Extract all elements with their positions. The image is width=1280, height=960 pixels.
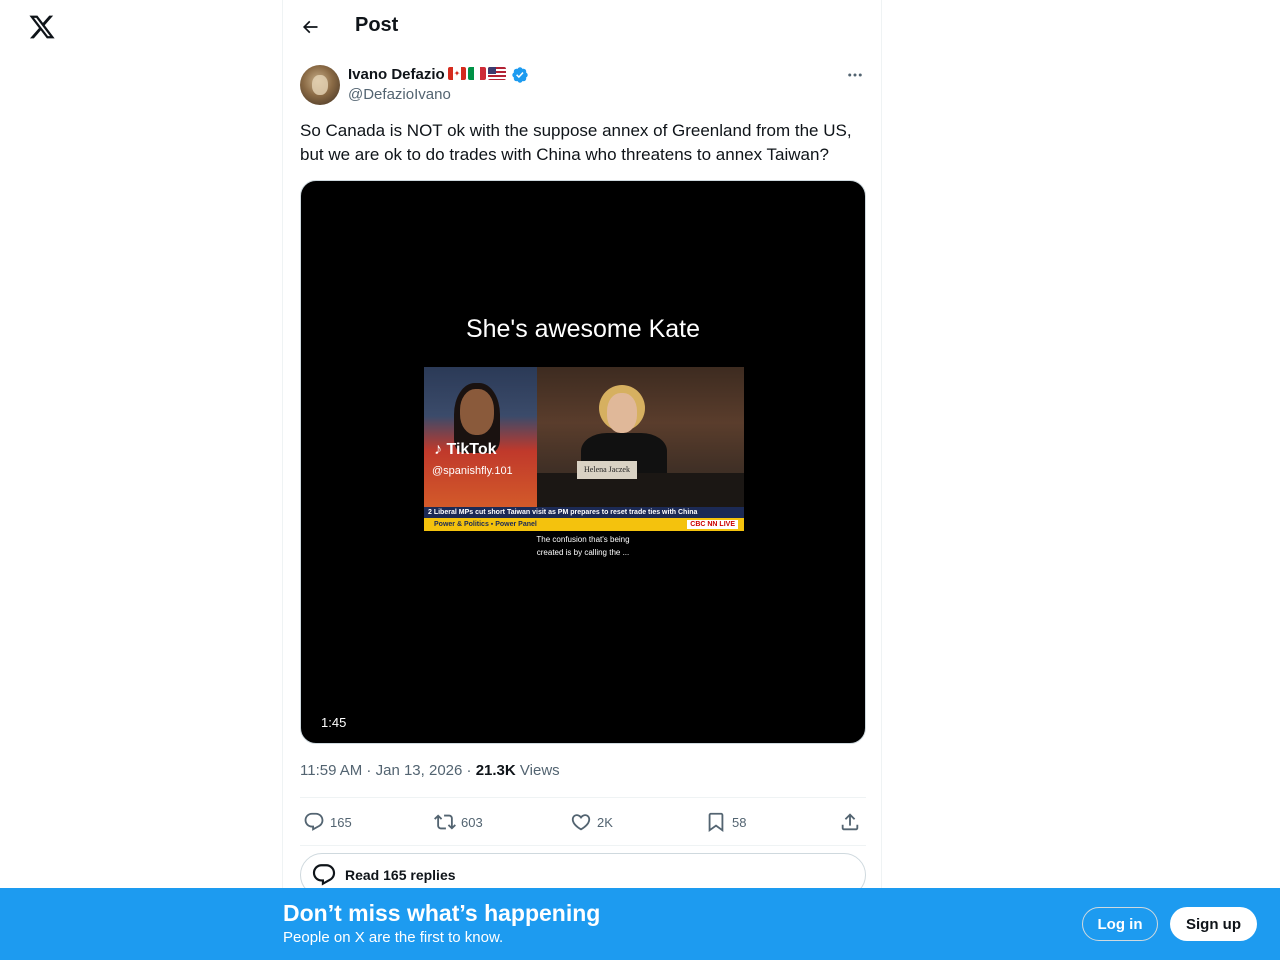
tweet-text-line: So Canada is NOT ok with the suppose ann… xyxy=(300,121,852,140)
canada-flag-icon: ✦ xyxy=(448,67,466,80)
tiktok-label: TikTok xyxy=(446,441,497,458)
tweet-time[interactable]: 11:59 AM xyxy=(300,762,362,779)
video-caption: The confusion that's being created is by… xyxy=(301,533,865,559)
author-handle[interactable]: @DefazioIvano xyxy=(348,86,451,103)
more-dots-icon xyxy=(848,73,862,77)
anchor-image xyxy=(424,367,537,507)
back-button[interactable] xyxy=(295,12,325,42)
tweet-text-line: but we are ok to do trades with China wh… xyxy=(300,145,829,164)
video-player[interactable]: She's awesome Kate Helena Jaczek ♪ TikTo… xyxy=(300,180,866,744)
author-name[interactable]: Ivano Defazio xyxy=(348,66,445,83)
banner-subtitle: People on X are the first to know. xyxy=(283,929,504,946)
repost-button[interactable]: 603 xyxy=(434,806,483,838)
caption-line: The confusion that's being xyxy=(536,535,630,544)
repost-count: 603 xyxy=(461,814,483,830)
reply-icon xyxy=(304,812,324,831)
bookmark-count: 58 xyxy=(732,814,747,830)
page-header: Post xyxy=(283,0,881,53)
tweet-date[interactable]: Jan 13, 2026 xyxy=(376,762,463,779)
speaker-image: Helena Jaczek xyxy=(537,367,744,507)
avatar[interactable] xyxy=(300,65,340,105)
italy-flag-icon xyxy=(468,67,486,80)
divider xyxy=(300,797,866,798)
signup-banner: Don’t miss what’s happening People on X … xyxy=(0,888,1280,960)
bookmark-icon xyxy=(708,812,724,833)
login-button[interactable]: Log in xyxy=(1082,907,1158,941)
bookmark-button[interactable]: 58 xyxy=(705,806,746,838)
read-replies-label: Read 165 replies xyxy=(345,867,456,883)
heart-icon xyxy=(571,814,591,831)
caption-line: created is by calling the ... xyxy=(536,548,630,557)
tweet-text: So Canada is NOT ok with the suppose ann… xyxy=(300,119,870,167)
like-button[interactable]: 2K xyxy=(570,806,613,838)
more-options-button[interactable] xyxy=(843,66,867,84)
tiktok-handle: @spanishfly.101 xyxy=(432,465,513,477)
video-overlay-title: She's awesome Kate xyxy=(465,315,701,343)
like-count: 2K xyxy=(597,814,613,830)
share-button[interactable] xyxy=(839,806,861,838)
views-label: Views xyxy=(519,762,560,779)
views-count: 21.3K xyxy=(475,762,516,779)
news-show-bar: Power & Politics ▪ Power Panel CBC NN LI… xyxy=(424,518,744,531)
network-tag: CBC NN LIVE xyxy=(687,520,738,529)
author-flags: ✦ xyxy=(448,67,506,80)
share-icon xyxy=(841,813,859,831)
news-ticker: 2 Liberal MPs cut short Taiwan visit as … xyxy=(424,507,744,518)
reply-count: 165 xyxy=(330,814,352,830)
tiktok-watermark: ♪ TikTok xyxy=(434,441,497,458)
divider xyxy=(300,845,866,846)
main-column: Post Ivano Defazio ✦ @DefazioIvano So Ca… xyxy=(282,0,882,960)
tweet-meta: 11:59 AM · Jan 13, 2026 · 21.3K Views xyxy=(300,762,560,779)
usa-flag-icon xyxy=(488,67,506,80)
banner-title: Don’t miss what’s happening xyxy=(283,900,601,926)
reply-bubble-icon xyxy=(312,864,336,886)
signup-button[interactable]: Sign up xyxy=(1170,907,1257,941)
verified-badge-icon[interactable] xyxy=(511,66,529,84)
news-show-label: Power & Politics ▪ Power Panel xyxy=(434,521,537,528)
repost-icon xyxy=(434,814,456,830)
x-logo-icon[interactable] xyxy=(28,12,56,42)
video-duration: 1:45 xyxy=(321,715,347,730)
page-title: Post xyxy=(355,14,399,36)
nameplate: Helena Jaczek xyxy=(577,461,637,479)
reply-button[interactable]: 165 xyxy=(303,806,352,838)
arrow-left-icon xyxy=(302,20,318,34)
video-frame: Helena Jaczek ♪ TikTok @spanishfly.101 2… xyxy=(424,367,744,531)
action-bar: 165 603 2K 58 xyxy=(300,806,866,838)
